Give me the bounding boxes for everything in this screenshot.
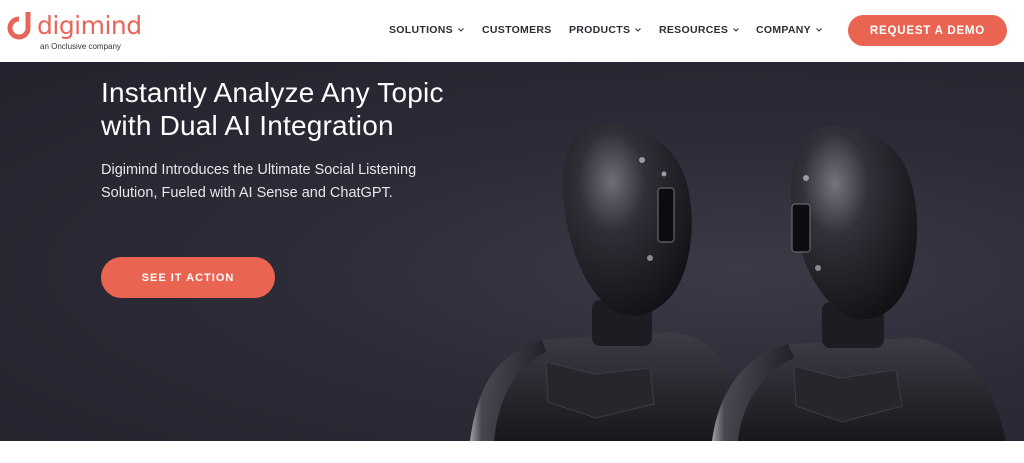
nav-item-label: RESOURCES bbox=[659, 24, 729, 36]
logo-tagline: an Onclusive company bbox=[40, 42, 121, 51]
nav-item-resources[interactable]: RESOURCES bbox=[659, 24, 740, 36]
hero-subtitle: Digimind Introduces the Ultimate Social … bbox=[101, 162, 417, 201]
nav-item-label: PRODUCTS bbox=[569, 24, 631, 36]
request-demo-button[interactable]: REQUEST A DEMO bbox=[848, 15, 1007, 46]
robots-illustration bbox=[470, 123, 1006, 441]
hero-section: Instantly Analyze Any Topic with Dual AI… bbox=[0, 62, 1024, 441]
nav-item-company[interactable]: COMPANY bbox=[756, 24, 822, 36]
see-it-action-button[interactable]: SEE IT ACTION bbox=[101, 257, 275, 298]
hero-title-line-2: with Dual AI Integration bbox=[101, 110, 394, 141]
nav-item-products[interactable]: PRODUCTS bbox=[569, 24, 642, 36]
site-header: digimind an Onclusive company SOLUTIONS … bbox=[0, 0, 1024, 62]
chevron-down-icon bbox=[635, 28, 642, 32]
hero-title-line-1: Instantly Analyze Any Topic bbox=[101, 77, 444, 108]
nav-item-label: SOLUTIONS bbox=[389, 24, 453, 36]
nav-item-solutions[interactable]: SOLUTIONS bbox=[389, 24, 464, 36]
nav-item-label: COMPANY bbox=[756, 24, 811, 36]
hero-title: Instantly Analyze Any Topic with Dual AI… bbox=[101, 76, 521, 142]
chevron-down-icon bbox=[458, 28, 464, 32]
nav-item-customers[interactable]: CUSTOMERS bbox=[482, 24, 552, 36]
nav-item-label: CUSTOMERS bbox=[482, 24, 552, 36]
chevron-down-icon bbox=[816, 28, 822, 32]
chevron-down-icon bbox=[733, 28, 740, 32]
